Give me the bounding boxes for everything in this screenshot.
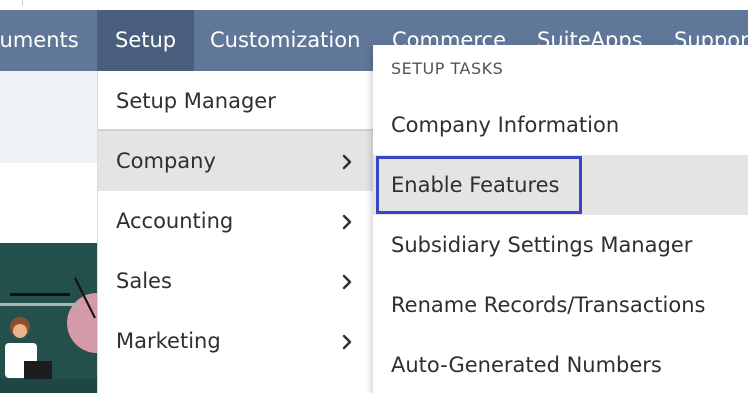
menu-item-label: Marketing	[116, 329, 221, 353]
submenu-item-company-information[interactable]: Company Information	[373, 95, 748, 155]
menu-item-company[interactable]: Company	[98, 131, 374, 191]
nav-item-customization[interactable]: Customization	[210, 10, 360, 71]
page-header-band	[0, 71, 97, 163]
dashboard-illustration	[0, 243, 97, 393]
submenu-heading: SETUP TASKS	[391, 59, 504, 78]
submenu-item-label: Rename Records/Transactions	[391, 293, 706, 317]
chevron-right-icon	[342, 131, 356, 191]
menu-item-label: Accounting	[116, 209, 234, 233]
divider	[22, 0, 23, 6]
focus-outline	[376, 156, 582, 214]
submenu-item-label: Company Information	[391, 113, 620, 137]
setup-menu: Setup Manager Company Accounting Sales M…	[97, 71, 374, 393]
menu-item-label: Company	[116, 149, 216, 173]
menu-item-marketing[interactable]: Marketing	[98, 311, 374, 371]
chevron-right-icon	[342, 311, 356, 371]
page-content	[0, 163, 97, 243]
menu-item-sales[interactable]: Sales	[98, 251, 374, 311]
submenu-item-label: Subsidiary Settings Manager	[391, 233, 693, 257]
submenu-item-auto-generated-numbers[interactable]: Auto-Generated Numbers	[373, 335, 748, 393]
chevron-right-icon	[342, 251, 356, 311]
menu-item-setup-manager[interactable]: Setup Manager	[98, 71, 374, 131]
submenu-item-enable-features[interactable]: Enable Features	[373, 155, 748, 215]
nav-item-documents[interactable]: cuments	[0, 10, 79, 71]
menu-item-label: Setup Manager	[116, 89, 276, 113]
menu-item-accounting[interactable]: Accounting	[98, 191, 374, 251]
submenu-item-subsidiary-settings-manager[interactable]: Subsidiary Settings Manager	[373, 215, 748, 275]
submenu-item-rename-records[interactable]: Rename Records/Transactions	[373, 275, 748, 335]
submenu-item-label: Auto-Generated Numbers	[391, 353, 662, 377]
top-strip	[0, 0, 748, 10]
menu-item-label: Sales	[116, 269, 172, 293]
chevron-right-icon	[342, 191, 356, 251]
nav-item-setup[interactable]: Setup	[97, 10, 195, 71]
company-submenu: SETUP TASKS Company Information Enable F…	[373, 45, 748, 393]
